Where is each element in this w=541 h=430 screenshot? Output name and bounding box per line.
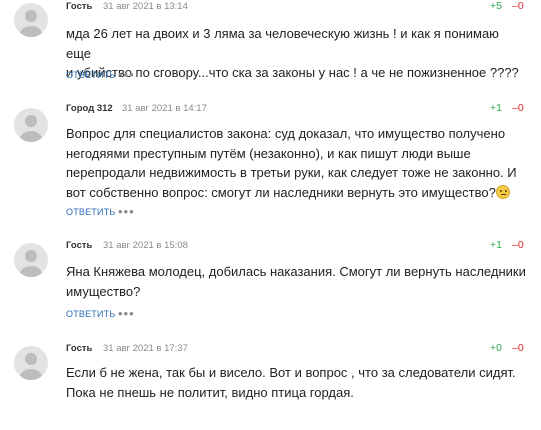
more-options-icon[interactable]: •••	[118, 68, 135, 81]
comment-author[interactable]: Город 312	[66, 103, 113, 114]
comment-line: вот собственно вопрос: смогут ли наследн…	[66, 183, 526, 203]
smiley-emoji-icon	[495, 184, 510, 199]
comment-author[interactable]: Гость	[66, 1, 92, 12]
avatar[interactable]	[14, 346, 48, 380]
comments-list: Гость 31 авг 2021 в 13:14 +5 –0 мда 26 л…	[0, 0, 541, 430]
comment-text: мда 26 лет на двоих и 3 ляма за человече…	[66, 24, 526, 83]
comment-text: Если б не жена, так бы и висело. Вот и в…	[66, 363, 526, 402]
vote-down-button[interactable]: –0	[512, 239, 524, 251]
reply-button[interactable]: ОТВЕТИТЬ	[66, 207, 115, 217]
avatar[interactable]	[14, 3, 48, 37]
vote-down-button[interactable]: –0	[512, 102, 524, 114]
comment-line-text: вот собственно вопрос: смогут ли наследн…	[66, 184, 496, 200]
comment-line: мда 26 лет на двоих и 3 ляма за человече…	[66, 26, 499, 61]
vote-up-button[interactable]: +0	[490, 342, 502, 354]
comment-date: 31 авг 2021 в 17:37	[103, 343, 188, 354]
avatar[interactable]	[14, 243, 48, 277]
comment-text: Яна Княжева молодец, добилась наказания.…	[66, 262, 526, 301]
comment-line: имущество?	[66, 283, 141, 299]
comment-date: 31 авг 2021 в 13:14	[103, 1, 188, 12]
comment-line: перепродали недвижимость в третьи руки, …	[66, 165, 517, 180]
more-options-icon[interactable]: •••	[118, 205, 135, 218]
comment-line: и убийство по сговору...что ска за закон…	[66, 65, 519, 80]
vote-down-button[interactable]: –0	[512, 0, 524, 12]
comment-line: негодяями преступным путём (незаконно), …	[66, 145, 471, 161]
comment-text: Вопрос для специалистов закона: суд дока…	[66, 124, 526, 202]
comment-author[interactable]: Гость	[66, 343, 92, 354]
vote-up-button[interactable]: +5	[490, 0, 502, 12]
comment-line: Вопрос для специалистов закона: суд дока…	[66, 126, 506, 141]
avatar[interactable]	[14, 108, 48, 142]
reply-button[interactable]: ОТВЕТИТЬ	[66, 309, 115, 319]
vote-down-button[interactable]: –0	[512, 342, 524, 354]
comment-date: 31 авг 2021 в 14:17	[122, 103, 207, 114]
reply-button[interactable]: ОТВЕТИТЬ	[66, 70, 115, 80]
more-options-icon[interactable]: •••	[118, 307, 135, 320]
comment-date: 31 авг 2021 в 15:08	[103, 240, 188, 251]
comment-line: Яна Княжева молодец, добилась наказания.…	[66, 264, 526, 279]
comment-line: Пока не пнешь не политит, видно птица го…	[66, 384, 354, 400]
vote-up-button[interactable]: +1	[490, 102, 502, 114]
comment-line: Если б не жена, так бы и висело. Вот и в…	[66, 365, 516, 380]
vote-up-button[interactable]: +1	[490, 239, 502, 251]
comment-author[interactable]: Гость	[66, 240, 92, 251]
